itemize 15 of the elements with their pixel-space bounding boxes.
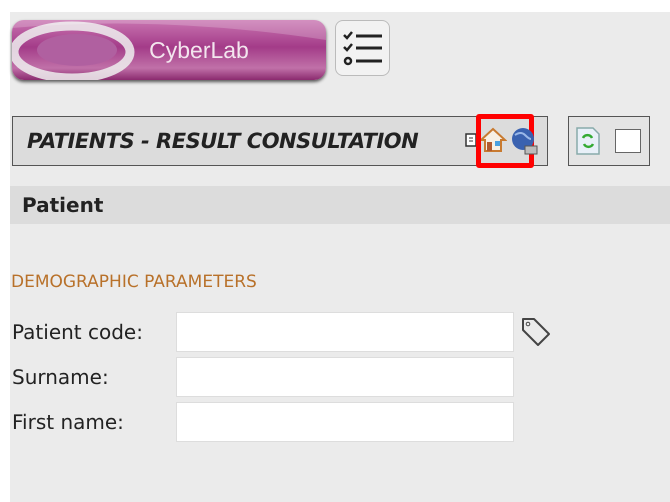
- field-label: Patient code:: [12, 320, 144, 344]
- refresh-document-icon[interactable]: [575, 126, 601, 156]
- field-label: Surname:: [12, 365, 110, 389]
- field-label: First name:: [12, 410, 125, 434]
- input-field[interactable]: [176, 357, 514, 397]
- input-field[interactable]: [176, 312, 514, 352]
- page-title: PATIENTS - RESULT CONSULTATION: [27, 129, 420, 153]
- group-title: DEMOGRAPHIC PARAMETERS: [11, 272, 258, 292]
- checkbox[interactable]: [615, 129, 641, 153]
- section-header: Patient: [10, 186, 670, 224]
- checklist-icon[interactable]: [335, 20, 390, 76]
- tag-icon[interactable]: [520, 316, 552, 348]
- input-field[interactable]: [176, 402, 514, 442]
- globe-icon[interactable]: [509, 126, 539, 156]
- logo: CyberLab: [12, 20, 326, 80]
